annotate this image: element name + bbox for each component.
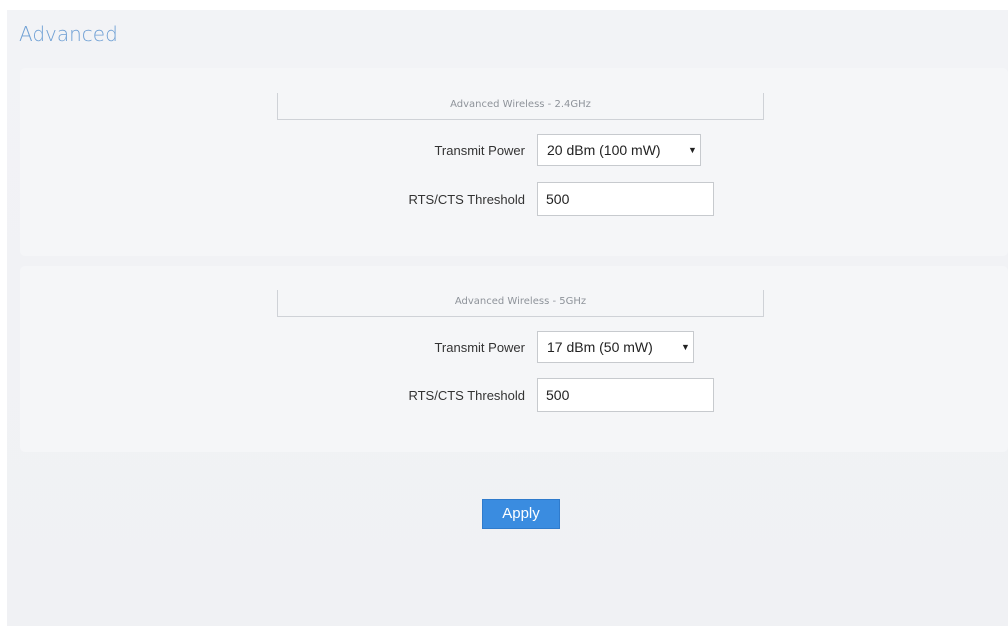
transmit-power-select-24ghz[interactable]: 20 dBm (100 mW) ▼ [537,134,701,166]
page-title: Advanced [19,22,118,46]
transmit-power-value-5ghz: 17 dBm (50 mW) [547,339,653,355]
transmit-power-select-5ghz[interactable]: 17 dBm (50 mW) ▼ [537,331,694,363]
wireless-5ghz-panel: Advanced Wireless - 5GHz Transmit Power … [20,266,1008,452]
rts-cts-input-5ghz[interactable]: 500 [537,378,714,412]
rts-cts-input-24ghz[interactable]: 500 [537,182,714,216]
rts-cts-label-5ghz: RTS/CTS Threshold [408,388,525,403]
transmit-power-value-24ghz: 20 dBm (100 mW) [547,142,661,158]
rts-cts-label-24ghz: RTS/CTS Threshold [408,192,525,207]
transmit-power-label-5ghz: Transmit Power [434,340,525,355]
wireless-24ghz-panel: Advanced Wireless - 2.4GHz Transmit Powe… [20,68,1008,256]
dropdown-caret-icon: ▼ [688,145,697,155]
apply-button[interactable]: Apply [482,499,560,529]
advanced-settings-page: Advanced Advanced Wireless - 2.4GHz Tran… [7,10,1008,626]
section-legend-5ghz: Advanced Wireless - 5GHz [277,290,764,317]
section-legend-24ghz: Advanced Wireless - 2.4GHz [277,93,764,120]
dropdown-caret-icon: ▼ [681,342,690,352]
transmit-power-label-24ghz: Transmit Power [434,143,525,158]
